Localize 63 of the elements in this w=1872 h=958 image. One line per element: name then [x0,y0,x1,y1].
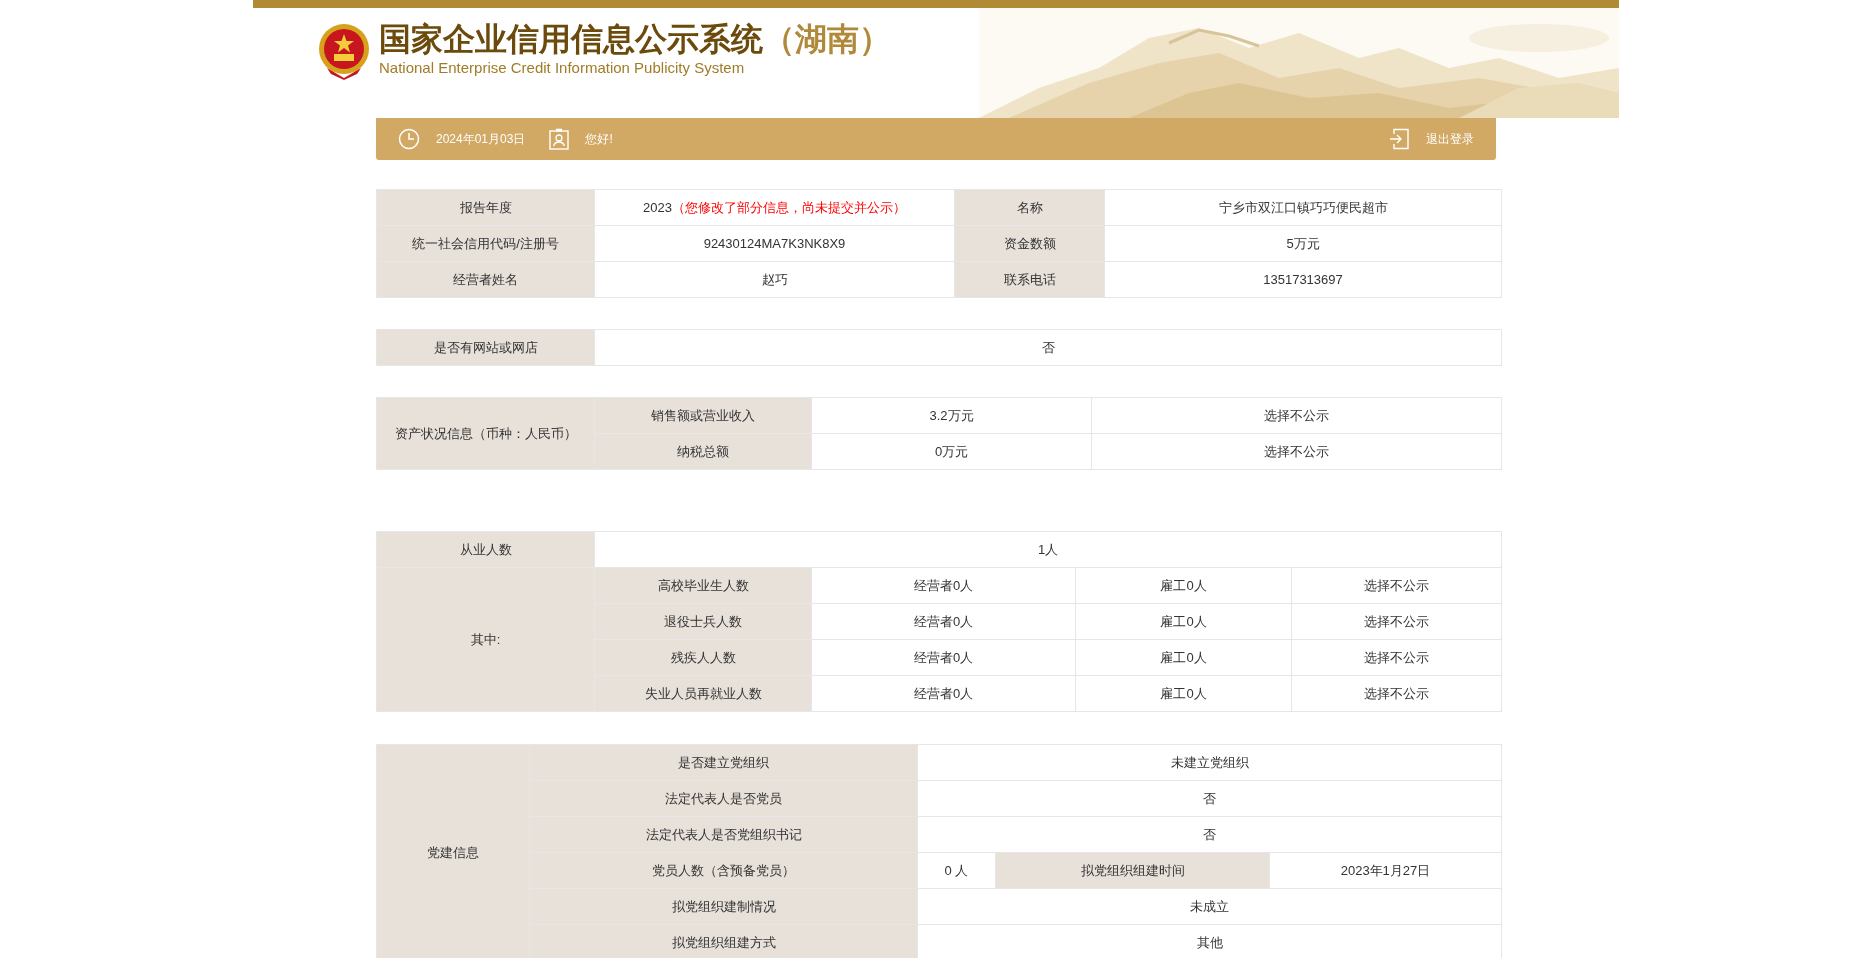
field-label: 其中: [376,567,595,712]
field-value: 未成立 [917,888,1502,925]
field-value: 5万元 [1104,225,1502,262]
field-value: 13517313697 [1104,261,1502,298]
field-label: 是否建立党组织 [529,744,918,781]
field-label: 资金数额 [954,225,1105,262]
field-label: 高校毕业生人数 [594,567,812,604]
field-value: 92430124MA7K3NK8X9 [594,225,955,262]
logout-icon [1390,128,1410,150]
id-card-icon [549,128,570,150]
field-label: 党建信息 [376,744,530,958]
field-label: 报告年度 [376,189,595,226]
field-label: 名称 [954,189,1105,226]
field-value: 赵巧 [594,261,955,298]
greeting-text: 您好! [585,131,613,148]
site-subtitle: National Enterprise Credit Information Publicity System [379,58,746,79]
field-value: 选择不公示 [1091,433,1502,470]
site-title: 国家企业信用信息公示系统（湖南） [379,22,891,58]
field-label: 销售额或营业收入 [594,397,812,434]
field-label: 失业人员再就业人数 [594,675,812,712]
field-label: 拟党组织建制情况 [529,888,918,925]
field-label: 是否有网站或网店 [376,329,595,366]
field-value: 0万元 [811,433,1092,470]
field-value: 经营者0人 [811,567,1076,604]
field-value: 雇工0人 [1075,675,1292,712]
field-label: 法定代表人是否党员 [529,780,918,817]
field-label: 统一社会信用代码/注册号 [376,225,595,262]
field-value: 选择不公示 [1291,603,1502,640]
field-value: 选择不公示 [1291,639,1502,676]
field-value: 雇工0人 [1075,639,1292,676]
field-label: 党员人数（含预备党员） [529,852,918,889]
field-value: 选择不公示 [1091,397,1502,434]
clock-icon [398,128,420,150]
field-value: 经营者0人 [811,639,1076,676]
field-label: 联系电话 [954,261,1105,298]
field-value: 选择不公示 [1291,675,1502,712]
field-label: 退役士兵人数 [594,603,812,640]
field-label: 经营者姓名 [376,261,595,298]
field-value: 否 [917,816,1502,853]
field-value: 0 人 [917,852,996,889]
field-value: 2023年1月27日 [1269,852,1502,889]
date-text: 2024年01月03日 [436,131,526,148]
field-label: 纳税总额 [594,433,812,470]
field-value: 未建立党组织 [917,744,1502,781]
field-value: 2023（您修改了部分信息，尚未提交并公示） [594,189,955,226]
field-value: 雇工0人 [1075,567,1292,604]
field-value: 宁乡市双江口镇巧巧便民超市 [1104,189,1502,226]
field-label: 拟党组织组建方式 [529,924,918,958]
field-value: 选择不公示 [1291,567,1502,604]
field-value: 经营者0人 [811,603,1076,640]
field-value: 否 [594,329,1502,366]
emblem-icon [317,22,371,80]
field-label: 资产状况信息（币种：人民币） [376,397,595,470]
logout-link[interactable]: 退出登录 [1390,128,1474,150]
field-value: 否 [917,780,1502,817]
field-value: 经营者0人 [811,675,1076,712]
field-value: 雇工0人 [1075,603,1292,640]
field-label: 拟党组织组建时间 [995,852,1270,889]
field-label: 残疾人人数 [594,639,812,676]
field-value: 3.2万元 [811,397,1092,434]
field-label: 从业人数 [376,531,595,568]
field-value: 1人 [594,531,1502,568]
field-label: 法定代表人是否党组织书记 [529,816,918,853]
